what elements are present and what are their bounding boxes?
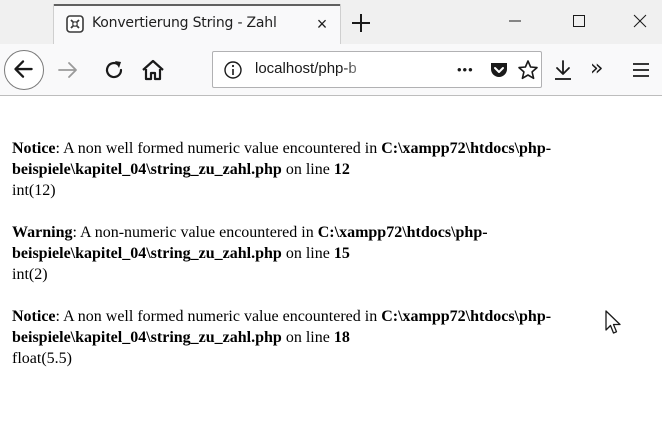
star-icon[interactable]	[517, 59, 539, 81]
tab-close-button[interactable]: ×	[312, 14, 332, 34]
xampp-icon	[66, 15, 84, 33]
error-line-prefix: on line	[281, 329, 334, 346]
back-arrow-icon[interactable]	[4, 50, 44, 90]
error-text: : A non-numeric value encountered in	[72, 224, 318, 241]
download-icon[interactable]	[552, 58, 574, 82]
php-error-line: Warning: A non-numeric value encountered…	[12, 222, 660, 264]
forward-arrow-icon[interactable]	[56, 58, 80, 82]
page-content: Notice: A non well formed numeric value …	[12, 138, 660, 390]
info-icon[interactable]	[223, 60, 243, 80]
reload-icon[interactable]	[102, 58, 126, 82]
minimize-icon[interactable]	[495, 8, 535, 34]
mouse-cursor-icon	[605, 310, 621, 334]
home-icon[interactable]	[140, 57, 166, 83]
tab-title: Konvertierung String - Zahl	[92, 15, 277, 31]
php-message-2: Warning: A non-numeric value encountered…	[12, 222, 660, 285]
error-level: Warning	[12, 224, 73, 241]
error-line-prefix: on line	[281, 161, 334, 178]
plus-icon[interactable]	[346, 8, 376, 38]
var-dump-output: float(5.5)	[12, 350, 72, 367]
url-fade-overlay	[343, 54, 388, 85]
url-bar[interactable]: localhost/php-b •••	[212, 51, 542, 88]
error-line-number: 15	[333, 245, 350, 262]
maximize-icon[interactable]	[559, 8, 599, 34]
error-line-number: 12	[333, 161, 350, 178]
error-level: Notice	[12, 140, 56, 157]
active-tab[interactable]: Konvertierung String - Zahl ×	[54, 4, 340, 44]
php-message-3: Notice: A non well formed numeric value …	[12, 306, 660, 369]
error-level: Notice	[12, 308, 56, 325]
php-message-1: Notice: A non well formed numeric value …	[12, 138, 660, 201]
overflow-menu-button[interactable]: »	[590, 58, 612, 80]
var-dump-output: int(12)	[12, 182, 56, 199]
pocket-icon[interactable]	[489, 60, 509, 80]
page-actions-button[interactable]: •••	[457, 61, 479, 79]
php-error-line: Notice: A non well formed numeric value …	[12, 306, 660, 348]
url-text[interactable]: localhost/php-b	[255, 60, 357, 77]
close-icon[interactable]	[620, 8, 660, 34]
hamburger-menu-icon[interactable]	[630, 59, 652, 81]
error-text: : A non well formed numeric value encoun…	[55, 308, 382, 325]
error-line-number: 18	[333, 329, 350, 346]
error-text: : A non well formed numeric value encoun…	[55, 140, 382, 157]
navigation-toolbar: localhost/php-b ••• »	[0, 44, 662, 96]
var-dump-output: int(2)	[12, 266, 48, 283]
error-line-prefix: on line	[281, 245, 334, 262]
php-error-line: Notice: A non well formed numeric value …	[12, 138, 660, 180]
tab-bar: Konvertierung String - Zahl ×	[0, 0, 662, 44]
